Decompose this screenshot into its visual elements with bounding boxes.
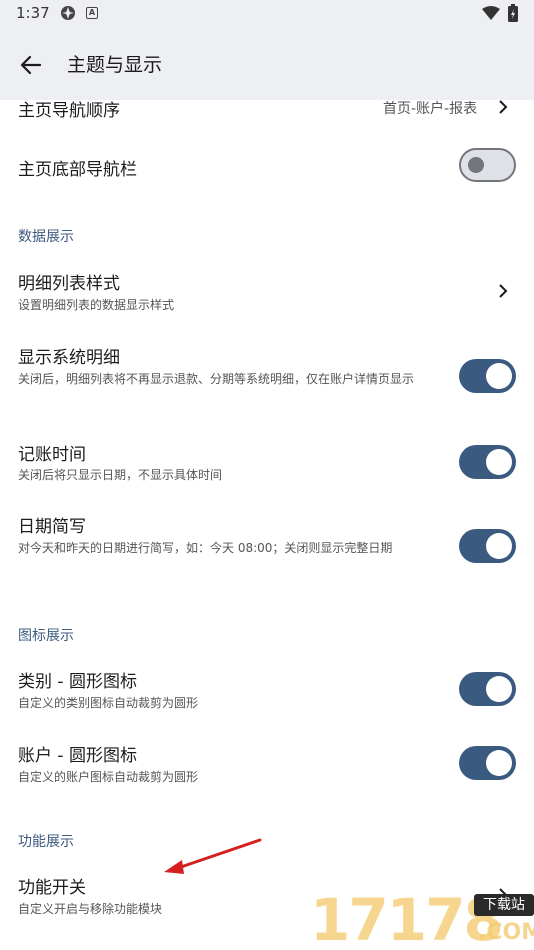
app-notification-icon [61, 6, 75, 20]
toggle-knob [486, 533, 512, 559]
setting-account-icon[interactable]: 账户 - 圆形图标 自定义的账户图标自动裁剪为圆形 [0, 734, 534, 792]
setting-date-short[interactable]: 日期简写 对今天和昨天的日期进行简写，如：今天 08:00；关闭则显示完整日期 [0, 505, 534, 585]
toggle-knob [486, 750, 512, 776]
chevron-right-icon [499, 284, 508, 298]
site-watermark-logo: 17178 下载站 .COM [310, 890, 534, 950]
page-title: 主题与显示 [67, 54, 163, 76]
section-header-data-display: 数据展示 [18, 229, 74, 245]
toggle-knob [486, 449, 512, 475]
toggle-knob [486, 676, 512, 702]
system-detail-toggle[interactable] [459, 359, 516, 393]
watermark-tag: 下载站 [474, 894, 534, 916]
setting-value: 首页-账户-报表 [383, 101, 478, 117]
setting-subtitle: 自定义的账户图标自动裁剪为圆形 [18, 770, 199, 784]
annotation-arrow-icon [164, 838, 262, 874]
battery-icon [508, 4, 518, 22]
back-button[interactable] [14, 48, 48, 82]
setting-bottom-nav[interactable]: 主页底部导航栏 [0, 140, 534, 192]
setting-detail-style[interactable]: 明细列表样式 设置明细列表的数据显示样式 [0, 262, 534, 318]
app-bar: 主题与显示 [0, 28, 534, 100]
toggle-knob [468, 157, 484, 173]
arrow-back-icon [20, 55, 42, 75]
setting-subtitle: 自定义的类别图标自动裁剪为圆形 [18, 696, 199, 710]
setting-title: 记账时间 [18, 445, 86, 465]
setting-title: 主页导航顺序 [18, 101, 120, 121]
status-time: 1:37 [16, 4, 50, 22]
setting-title: 明细列表样式 [18, 274, 120, 294]
status-bar: 1:37 A [0, 0, 534, 28]
settings-list[interactable]: 主页导航顺序 首页-账户-报表 主页底部导航栏 数据展示 明细列表样式 设置明细… [0, 100, 534, 950]
setting-title: 类别 - 圆形图标 [18, 672, 137, 692]
setting-category-icon[interactable]: 类别 - 圆形图标 自定义的类别图标自动裁剪为圆形 [0, 660, 534, 718]
watermark-suffix: .COM [478, 920, 534, 945]
setting-record-time[interactable]: 记账时间 关闭后将只显示日期，不显示具体时间 [0, 433, 534, 491]
setting-subtitle: 关闭后，明细列表将不再显示退款、分期等系统明细，仅在账户详情页显示 [18, 372, 415, 386]
setting-system-detail[interactable]: 显示系统明细 关闭后，明细列表将不再显示退款、分期等系统明细，仅在账户详情页显示 [0, 336, 534, 416]
app-notification-a-icon: A [86, 7, 98, 19]
bottom-nav-toggle[interactable] [459, 148, 516, 182]
setting-subtitle: 对今天和昨天的日期进行简写，如：今天 08:00；关闭则显示完整日期 [18, 541, 393, 555]
setting-title: 账户 - 圆形图标 [18, 746, 137, 766]
section-header-feature-display: 功能展示 [18, 834, 74, 850]
date-short-toggle[interactable] [459, 529, 516, 563]
section-header-icon-display: 图标展示 [18, 628, 74, 644]
setting-title: 日期简写 [18, 517, 86, 537]
record-time-toggle[interactable] [459, 445, 516, 479]
chevron-right-icon [499, 100, 508, 114]
setting-subtitle: 设置明细列表的数据显示样式 [18, 298, 175, 312]
setting-title: 显示系统明细 [18, 348, 120, 368]
setting-nav-order[interactable]: 主页导航顺序 首页-账户-报表 [0, 100, 534, 130]
account-icon-toggle[interactable] [459, 746, 516, 780]
wifi-icon [482, 6, 500, 20]
category-icon-toggle[interactable] [459, 672, 516, 706]
toggle-knob [486, 363, 512, 389]
setting-title: 主页底部导航栏 [18, 160, 137, 180]
setting-subtitle: 关闭后将只显示日期，不显示具体时间 [18, 468, 223, 482]
setting-title: 功能开关 [18, 878, 86, 898]
